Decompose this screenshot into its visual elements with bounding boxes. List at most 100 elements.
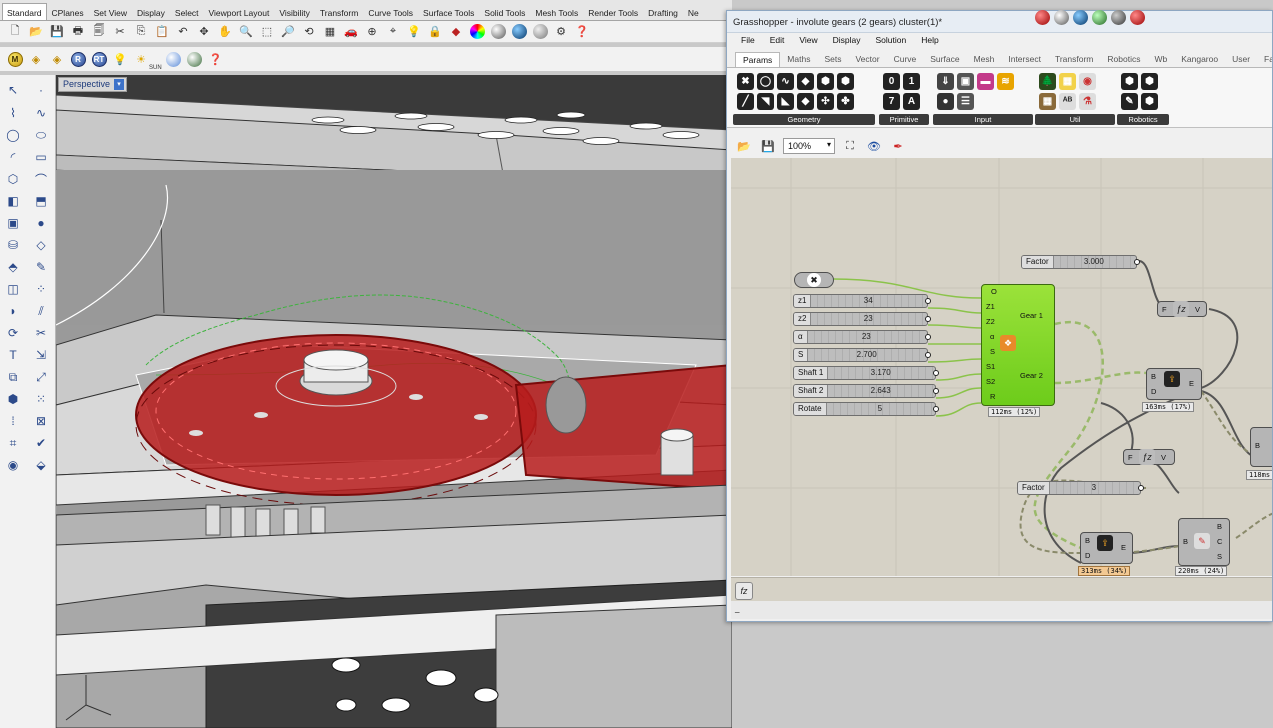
partial-component-right[interactable]: B bbox=[1250, 427, 1272, 467]
expression-component-bottom[interactable]: F ƒz V bbox=[1123, 449, 1175, 465]
render-red2-sphere-icon[interactable] bbox=[1130, 10, 1145, 25]
bcs-component[interactable]: B ✎ B C S bbox=[1178, 518, 1230, 566]
help-icon[interactable]: ❓ bbox=[573, 23, 591, 41]
mesh-icon[interactable]: ◇ bbox=[32, 236, 50, 254]
button-input-icon[interactable]: ● bbox=[937, 93, 954, 110]
tab-curve-tools[interactable]: Curve Tools bbox=[363, 3, 418, 20]
undo-icon[interactable]: ↶ bbox=[174, 23, 192, 41]
cluster-input-o[interactable]: O bbox=[991, 287, 997, 296]
slider-factor-bottom[interactable]: Factor 3 bbox=[1017, 481, 1144, 495]
slider-grip-icon[interactable] bbox=[933, 370, 939, 376]
open-file-icon[interactable]: 📂 bbox=[27, 23, 45, 41]
vector-param-icon[interactable]: ✤ bbox=[837, 93, 854, 110]
box-param-icon[interactable]: ◆ bbox=[797, 73, 814, 90]
light-bulb-icon[interactable]: 💡 bbox=[405, 23, 423, 41]
tab-cplanes[interactable]: CPlanes bbox=[47, 3, 89, 20]
text-icon[interactable]: ✎ bbox=[32, 258, 50, 276]
expression-component-top[interactable]: F ƒz V bbox=[1157, 301, 1207, 317]
menu-help[interactable]: Help bbox=[921, 35, 938, 51]
cluster-input-s[interactable]: S bbox=[990, 347, 995, 356]
render-icon[interactable]: ◉ bbox=[4, 456, 22, 474]
viewport-menu-arrow-icon[interactable]: ▾ bbox=[114, 79, 125, 90]
sun-icon[interactable]: ☀ bbox=[132, 50, 150, 68]
render-red-sphere-icon[interactable] bbox=[1035, 10, 1050, 25]
split-icon[interactable]: ⫽ bbox=[32, 302, 50, 320]
paint-icon[interactable]: ⬙ bbox=[32, 456, 50, 474]
render-help-icon[interactable]: ❓ bbox=[207, 50, 225, 68]
slider-z2[interactable]: z2 23 bbox=[793, 312, 931, 326]
curve-param-icon[interactable]: ∿ bbox=[777, 73, 794, 90]
box-icon[interactable]: ▣ bbox=[4, 214, 22, 232]
r-plugin-icon[interactable]: R bbox=[69, 50, 87, 68]
new-file-icon[interactable]: 🗋 bbox=[6, 23, 24, 41]
offset-icon[interactable]: ⟳ bbox=[4, 324, 22, 342]
polyline-icon[interactable]: ⌇ bbox=[4, 104, 22, 122]
sketch-pen-icon[interactable]: ✒ bbox=[889, 137, 907, 155]
ribbon-tab-params[interactable]: Params bbox=[735, 52, 781, 67]
line-param-icon[interactable]: ╱ bbox=[737, 93, 754, 110]
ribbon-tab-mesh[interactable]: Mesh bbox=[967, 52, 1002, 67]
render-white-sphere-icon[interactable] bbox=[1054, 10, 1069, 25]
preview-eye-icon[interactable]: 👁 bbox=[865, 137, 883, 155]
hand-icon[interactable]: ✋ bbox=[216, 23, 234, 41]
text-object-icon[interactable]: T bbox=[4, 346, 22, 364]
geometry-param-icon[interactable]: ✖ bbox=[737, 73, 754, 90]
cluster-input-s2[interactable]: S2 bbox=[986, 377, 995, 386]
extrude-icon[interactable]: ⬒ bbox=[32, 192, 50, 210]
polygon-icon[interactable]: ⬡ bbox=[4, 170, 22, 188]
ribbon-tab-sets[interactable]: Sets bbox=[817, 52, 848, 67]
fillet-curve-icon[interactable]: ⌒ bbox=[32, 170, 50, 188]
ribbon-tab-vector[interactable]: Vector bbox=[848, 52, 886, 67]
rt-plugin-icon[interactable]: RT bbox=[90, 50, 108, 68]
sphere-icon[interactable]: ● bbox=[32, 214, 50, 232]
perspective-viewport[interactable] bbox=[56, 75, 732, 728]
bde2-input-d[interactable]: D bbox=[1085, 551, 1090, 560]
robot-tool-icon[interactable]: ✎ bbox=[1121, 93, 1138, 110]
group-param-icon[interactable]: ⬢ bbox=[837, 73, 854, 90]
cluster-output-gear-2[interactable]: Gear 2 bbox=[1020, 371, 1043, 380]
shaded-sphere-icon[interactable] bbox=[510, 23, 528, 41]
preview-icon[interactable]: ◉ bbox=[1079, 73, 1096, 90]
bde1-output-e[interactable]: E bbox=[1189, 379, 1194, 388]
light-icon[interactable]: 💡 bbox=[111, 50, 129, 68]
menu-display[interactable]: Display bbox=[833, 35, 861, 51]
tab-new-in-v5[interactable]: Ne bbox=[683, 3, 704, 20]
render-black-sphere-icon[interactable] bbox=[1111, 10, 1126, 25]
trim-icon[interactable]: ✂ bbox=[32, 324, 50, 342]
flask-icon[interactable]: ⚗ bbox=[1079, 93, 1096, 110]
grid-icon[interactable]: ⁞ bbox=[4, 412, 22, 430]
properties-icon[interactable]: 🗐 bbox=[90, 23, 108, 41]
fz2-output-v[interactable]: V bbox=[1161, 453, 1166, 462]
slider-grip-icon[interactable] bbox=[933, 406, 939, 412]
cut-icon[interactable]: ✂ bbox=[111, 23, 129, 41]
ribbon-tab-transform[interactable]: Transform bbox=[1048, 52, 1100, 67]
ribbon-tab-surface[interactable]: Surface bbox=[923, 52, 966, 67]
copy-icon[interactable]: ⎘ bbox=[132, 23, 150, 41]
dimension-icon[interactable]: ⬘ bbox=[4, 258, 22, 276]
slider-grip-icon[interactable] bbox=[925, 298, 931, 304]
slider-rotate[interactable]: Rotate 5 bbox=[793, 402, 939, 416]
tab-visibility[interactable]: Visibility bbox=[274, 3, 315, 20]
cluster-input-r[interactable]: R bbox=[990, 392, 995, 401]
render-blue-sphere-icon[interactable] bbox=[1073, 10, 1088, 25]
bde1-input-b[interactable]: B bbox=[1151, 372, 1156, 381]
car-icon[interactable]: 🚗 bbox=[342, 23, 360, 41]
toggle-input-icon[interactable]: ▣ bbox=[957, 73, 974, 90]
explode-icon[interactable]: ⊠ bbox=[32, 412, 50, 430]
bcs-output-b[interactable]: B bbox=[1217, 522, 1222, 531]
slider-s[interactable]: S 2.700 bbox=[793, 348, 931, 362]
boolean-icon[interactable]: ◫ bbox=[4, 280, 22, 298]
group-icon[interactable]: ⬢ bbox=[4, 390, 22, 408]
robot-icon[interactable]: ⬢ bbox=[1121, 73, 1138, 90]
ribbon-tab-curve[interactable]: Curve bbox=[887, 52, 924, 67]
integer-param-icon[interactable]: 1 bbox=[903, 73, 920, 90]
m-plugin-icon[interactable]: M bbox=[6, 50, 24, 68]
grey-sphere-icon[interactable] bbox=[531, 23, 549, 41]
cylinder-icon[interactable]: ⛁ bbox=[4, 236, 22, 254]
viewport-title[interactable]: Perspective ▾ bbox=[58, 77, 128, 92]
fz-input-f[interactable]: F bbox=[1162, 305, 1167, 314]
rotate-view-icon[interactable]: ⟲ bbox=[300, 23, 318, 41]
ribbon-tab-intersect[interactable]: Intersect bbox=[1001, 52, 1048, 67]
cluster-input-z2[interactable]: Z2 bbox=[986, 317, 995, 326]
slider-grip-icon[interactable] bbox=[1138, 485, 1144, 491]
